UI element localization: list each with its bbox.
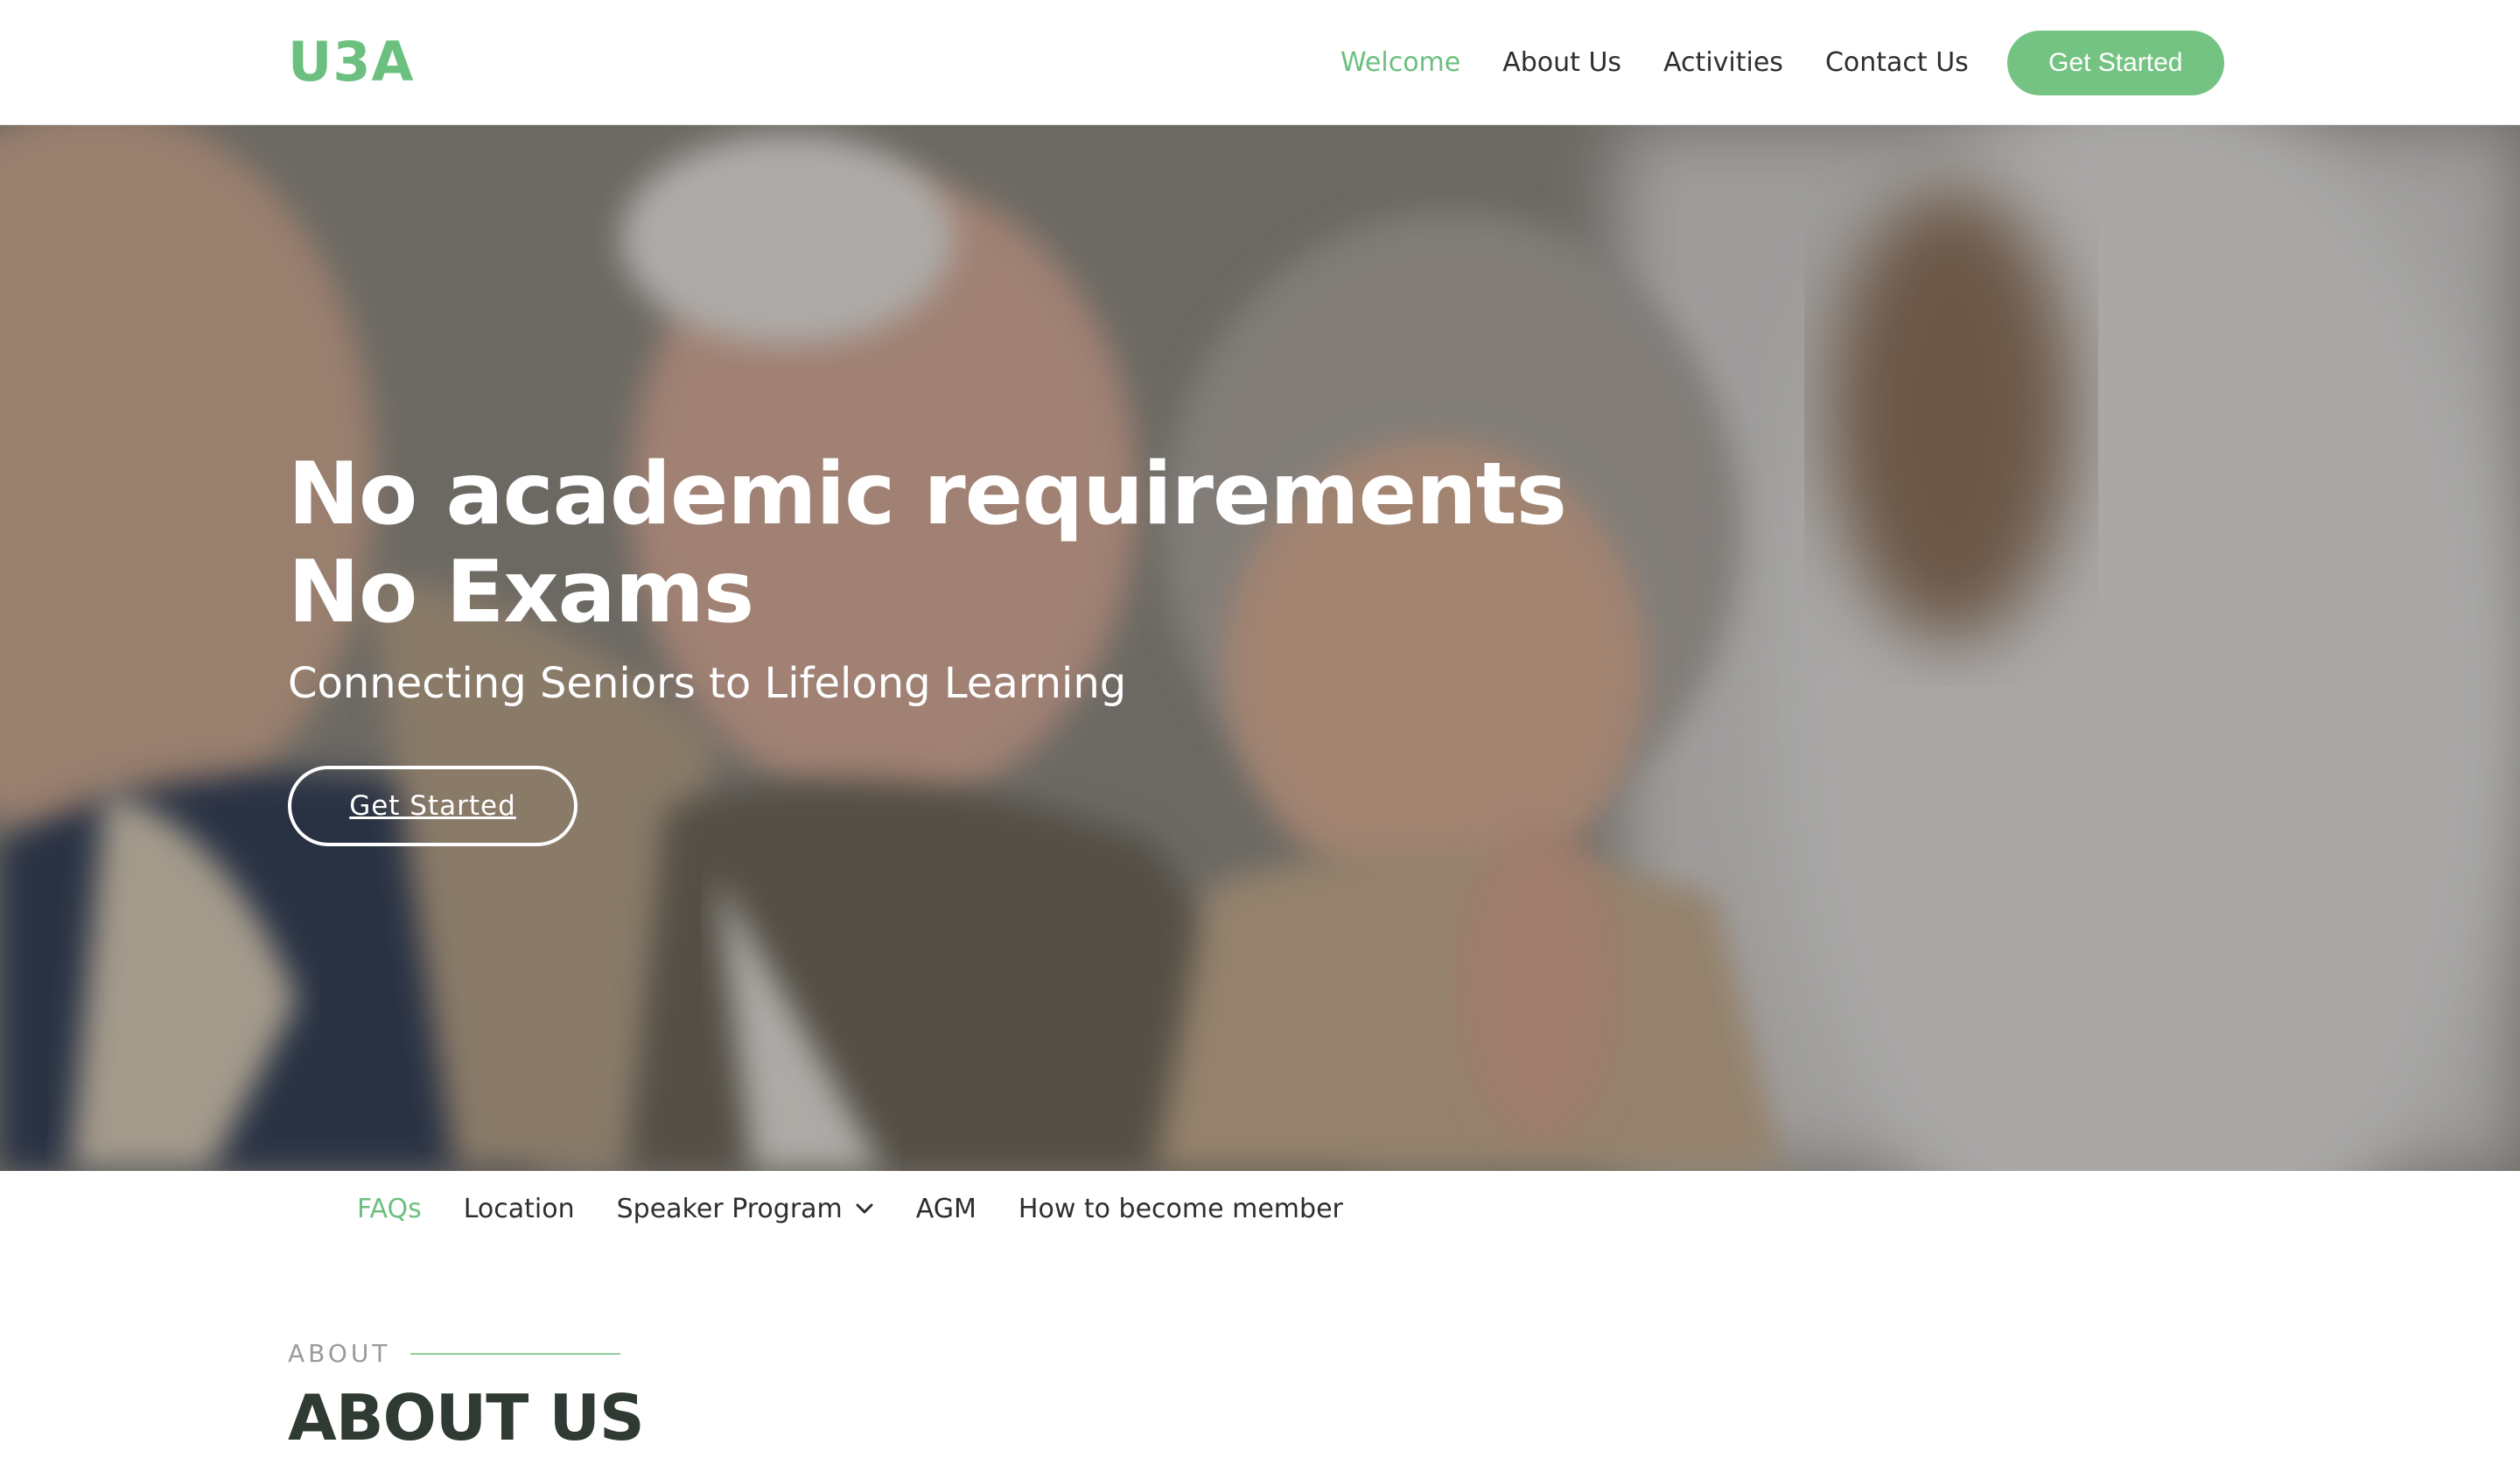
subnav-link-agm[interactable]: AGM <box>916 1194 976 1224</box>
main-nav: Welcome About Us Activities Contact Us G… <box>1340 0 2224 125</box>
about-eyebrow-divider <box>410 1352 620 1355</box>
nav-link-welcome[interactable]: Welcome <box>1340 47 1460 78</box>
nav-link-contact-us[interactable]: Contact Us <box>1825 47 1969 78</box>
nav-link-about-us[interactable]: About Us <box>1502 47 1621 78</box>
subnav-link-speaker-program[interactable]: Speaker Program <box>617 1194 874 1224</box>
site-header: U3A Welcome About Us Activities Contact … <box>0 0 2520 125</box>
subnav-link-location[interactable]: Location <box>464 1194 575 1224</box>
hero-title-line-1: No academic requirements <box>288 445 1567 544</box>
about-eyebrow-text: ABOUT <box>288 1339 391 1368</box>
subnav-link-become-member[interactable]: How to become member <box>1018 1194 1343 1224</box>
about-title: ABOUT US <box>288 1381 645 1454</box>
hero-title: No academic requirements No Exams <box>288 445 1567 642</box>
subnav-link-speaker-program-label: Speaker Program <box>616 1193 843 1224</box>
hero-section: No academic requirements No Exams Connec… <box>0 125 2520 1171</box>
site-logo[interactable]: U3A <box>288 32 414 93</box>
hero-get-started-button[interactable]: Get Started <box>288 766 578 846</box>
hero-overlay <box>0 125 2520 1171</box>
secondary-nav: FAQs Location Speaker Program AGM How to… <box>357 1171 1385 1246</box>
hero-title-line-2: No Exams <box>288 543 754 642</box>
about-eyebrow: ABOUT <box>288 1339 620 1368</box>
header-get-started-button[interactable]: Get Started <box>2006 30 2224 95</box>
subnav-link-faqs[interactable]: FAQs <box>357 1194 422 1224</box>
chevron-down-icon <box>856 1203 873 1214</box>
hero-subtitle: Connecting Seniors to Lifelong Learning <box>288 659 1127 708</box>
nav-link-activities[interactable]: Activities <box>1663 47 1783 78</box>
